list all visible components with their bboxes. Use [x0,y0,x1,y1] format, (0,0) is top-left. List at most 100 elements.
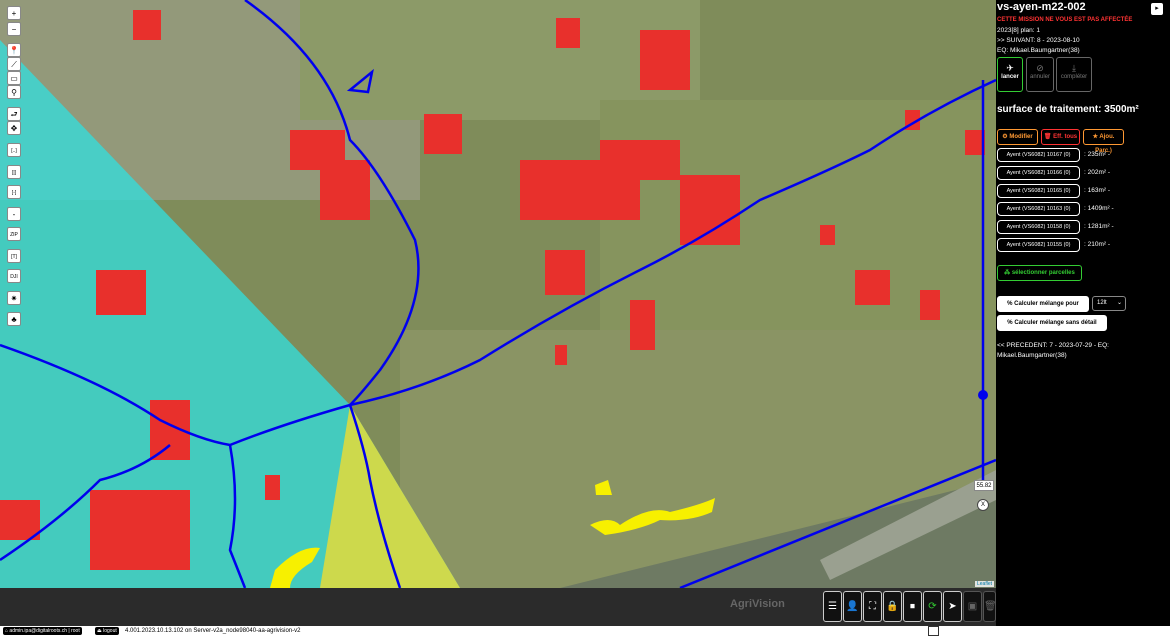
lock-icon: 🔒 [886,601,899,612]
text-tool[interactable]: [T] [7,249,21,263]
delete-button[interactable]: 🗑 [983,591,997,622]
parcel-button[interactable]: Ayent (VS6082) 10166 (0) [997,166,1080,180]
move-tool[interactable]: ✥ [7,121,21,135]
tool-split[interactable]: [|] [7,165,21,179]
status-bar: ⌂ admin.ipa@digitalroots.ch | root ⏏ log… [0,626,1170,637]
cancel-icon: ⊘ [1036,63,1044,73]
effacer-tous-button[interactable]: 🗑 Eff. tous [1041,129,1080,145]
parcel-area: : 202m² - [1084,169,1111,176]
modifier-label: Modifier [1009,134,1033,140]
fullscreen-button[interactable]: ⛶ [863,591,882,622]
lock-button[interactable]: 🔒 [883,591,902,622]
mission-title: vs-ayen-m22-002 [997,1,1086,13]
status-box [928,626,939,636]
sun-icon[interactable]: ✷ [7,291,21,305]
refresh-icon: ⟳ [928,601,937,612]
ajouter-parcelle-button[interactable]: ★ Ajou. Parc.) [1083,129,1124,154]
scale-close-button[interactable]: X [977,499,989,511]
sliders-icon: ☰ [828,601,837,612]
map-layer [0,0,996,588]
route-marker [978,390,988,400]
percent-icon: % [1007,320,1013,326]
tool-line[interactable]: - [7,207,21,221]
save-icon: ▣ [967,601,978,612]
parcel-button[interactable]: Ayent (VS6082) 10165 (0) [997,184,1080,198]
locate-button[interactable]: ➤ [943,591,962,622]
effacer-tous-label: Eff. tous [1053,134,1078,140]
refresh-button[interactable]: ⟳ [923,591,942,622]
mission-plan: 2023[8] plan: 1 [997,27,1041,34]
plant-icon[interactable]: ♣ [7,312,21,326]
parcel-button[interactable]: Ayent (VS6082) 10167 (0) [997,148,1080,162]
settings-sliders-button[interactable]: ☰ [823,591,842,622]
mission-team: EQ: Mikael.Baumgartner(38) [997,47,1080,54]
mix-volume-value: 12lt [1097,300,1107,306]
parcel-area: : 1409m² - [1084,205,1114,212]
zip-export-button[interactable]: ZIP [7,227,21,241]
version-info: 4.001.2023.10.13.102 on Server-v2a_node9… [125,628,301,634]
select-tool[interactable]: ⮐ [7,107,21,121]
mix-volume-select[interactable]: 12lt ⌄ [1092,296,1126,311]
user-badge[interactable]: ⌂ admin.ipa@digitalroots.ch | root [3,627,82,635]
calc-mix-no-detail-label: Calculer mélange sans détail [1014,320,1097,326]
parcel-area: : 163m² - [1084,187,1111,194]
agrivision-logo: AgriVision [730,598,785,610]
sitemap-icon: ⁂ [1004,270,1011,276]
completer-label: compléter [1060,74,1088,80]
map-attribution[interactable]: Leaflet [974,581,994,587]
completer-button[interactable]: ⤓ compléter [1056,57,1092,92]
home-icon: ⌂ [5,628,9,634]
plane-icon: ✈ [1006,63,1014,73]
lancer-button[interactable]: ✈ lancer [997,57,1023,92]
save-button[interactable]: ▣ [963,591,982,622]
annuler-label: annuler [1029,74,1050,80]
logout-label: logout [103,628,117,634]
gear-icon: ⚙ [1002,134,1008,140]
trash-icon: 🗑 [1043,134,1052,140]
previous-mission-team: Mikael.Baumgartner(38) [997,352,1067,359]
calc-mix-no-detail-button[interactable]: % Calculer mélange sans détail [997,315,1107,331]
location-arrow-icon: ➤ [948,601,957,612]
annuler-button[interactable]: ⊘ annuler [1026,57,1054,92]
select-parcels-button[interactable]: ⁂ sélectionner parcelles [997,265,1082,281]
parcel-button[interactable]: Ayent (VS6082) 10155 (0) [997,238,1080,252]
tool-dots[interactable]: [..] [7,143,21,157]
expand-icon: ⛶ [869,601,876,612]
chevron-down-icon: ⌄ [1116,300,1122,306]
draw-line-tool[interactable]: ⟋ [7,57,21,71]
previous-mission: << PRECEDENT: 7 - 2023-07-29 - EQ: [997,342,1109,349]
measure-tool[interactable]: ⚲ [7,85,21,99]
logout-icon: ⏏ [97,628,102,634]
parcel-button[interactable]: Ayent (VS6082) 10158 (0) [997,220,1080,234]
stop-button[interactable]: ⏹ [903,591,922,622]
calc-mix-label: Calculer mélange pour [1014,301,1079,307]
tool-circle[interactable]: [◦] [7,185,21,199]
percent-icon: % [1007,301,1013,307]
draw-rectangle-tool[interactable]: ▭ [7,71,21,85]
mission-next: >> SUIVANT: 8 - 2023-08-10 [997,37,1080,44]
parcel-area: : 1281m² - [1084,223,1114,230]
draw-marker-tool[interactable]: 📍 [7,43,21,57]
panel-toggle-button[interactable]: ▸ [1151,3,1163,15]
zoom-out-button[interactable]: − [7,22,21,36]
user-label: admin.ipa@digitalroots.ch | root [9,628,80,634]
mission-warning: CETTE MISSION NE VOUS EST PAS AFFECTÉE [997,17,1133,23]
users-button[interactable]: 👤 [843,591,862,622]
trash-icon: 🗑 [984,601,997,612]
bottom-toolbar: AgriVision ☰ 👤 ⛶ 🔒 ⏹ ⟳ ➤ ▣ 🗑 [0,588,997,626]
dji-export-button[interactable]: DJI [7,269,21,283]
lancer-label: lancer [1001,74,1019,80]
zoom-in-button[interactable]: + [7,6,21,20]
select-parcels-label: sélectionner parcelles [1011,270,1075,276]
calc-mix-button[interactable]: % Calculer mélange pour [997,296,1089,312]
map-view[interactable]: + − 📍 ⟋ ▭ ⚲ ⮐ ✥ [..] [|] [◦] - ZIP [T] D… [0,0,996,588]
mission-panel: vs-ayen-m22-002 ▸ CETTE MISSION NE VOUS … [996,0,1170,637]
landing-icon: ⤓ [1072,63,1076,73]
treatment-surface: surface de traitement: 3500m² [997,104,1139,115]
parcel-area: : 210m² - [1084,241,1111,248]
users-icon: 👤 [846,601,859,612]
scale-value: 55.82 [974,480,994,491]
logout-button[interactable]: ⏏ logout [95,627,119,635]
modifier-button[interactable]: ⚙ Modifier [997,129,1038,145]
parcel-button[interactable]: Ayent (VS6082) 10163 (0) [997,202,1080,216]
